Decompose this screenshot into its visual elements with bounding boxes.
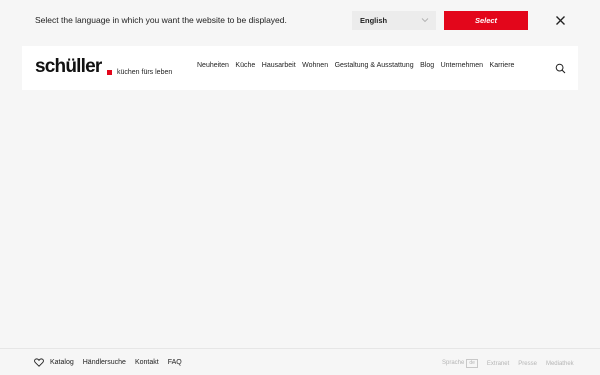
footer-secondary-links: Sprache de Extranet Presse Mediathek <box>442 359 583 368</box>
language-bar: Select the language in which you want th… <box>0 0 600 42</box>
language-switch-label: Sprache <box>442 360 465 366</box>
language-dropdown-value: English <box>360 16 388 25</box>
footer-links: Katalog Händlersuche Kontakt FAQ <box>50 359 191 366</box>
nav-item-blog[interactable]: Blog <box>420 62 434 74</box>
footer-link-mediathek[interactable]: Mediathek <box>546 361 574 367</box>
footer-link-kontakt[interactable]: Kontakt <box>135 359 159 366</box>
site-header: schüller küchen fürs leben Neuheiten Küc… <box>22 46 578 90</box>
nav-item-karriere[interactable]: Karriere <box>490 62 515 74</box>
language-dropdown[interactable]: English <box>352 11 436 30</box>
nav-item-gestaltung[interactable]: Gestaltung & Ausstattung <box>335 62 414 74</box>
nav-item-wohnen[interactable]: Wohnen <box>302 62 328 74</box>
select-language-button[interactable]: Select <box>444 11 528 30</box>
language-switch[interactable]: Sprache de <box>442 359 478 368</box>
footer-link-katalog[interactable]: Katalog <box>50 359 74 366</box>
footer-link-faq[interactable]: FAQ <box>168 359 182 366</box>
logo-dot <box>107 70 112 75</box>
language-code-badge: de <box>466 359 478 368</box>
nav-item-neuheiten[interactable]: Neuheiten <box>197 62 229 74</box>
main-nav: Neuheiten Küche Hausarbeit Wohnen Gestal… <box>197 62 521 74</box>
heart-icon[interactable] <box>34 358 44 367</box>
footer-bar: Katalog Händlersuche Kontakt FAQ Sprache… <box>0 348 600 375</box>
language-prompt: Select the language in which you want th… <box>35 15 287 25</box>
tagline: küchen fürs leben <box>117 69 173 76</box>
footer-link-presse[interactable]: Presse <box>518 361 537 367</box>
nav-item-unternehmen[interactable]: Unternehmen <box>441 62 483 74</box>
footer-link-haendlersuche[interactable]: Händlersuche <box>83 359 126 366</box>
nav-item-kueche[interactable]: Küche <box>235 62 255 74</box>
nav-item-hausarbeit[interactable]: Hausarbeit <box>262 62 296 74</box>
footer-link-extranet[interactable]: Extranet <box>487 361 509 367</box>
search-icon[interactable] <box>555 63 566 74</box>
close-icon[interactable] <box>555 15 566 26</box>
chevron-down-icon <box>421 18 429 23</box>
logo[interactable]: schüller <box>35 56 102 78</box>
